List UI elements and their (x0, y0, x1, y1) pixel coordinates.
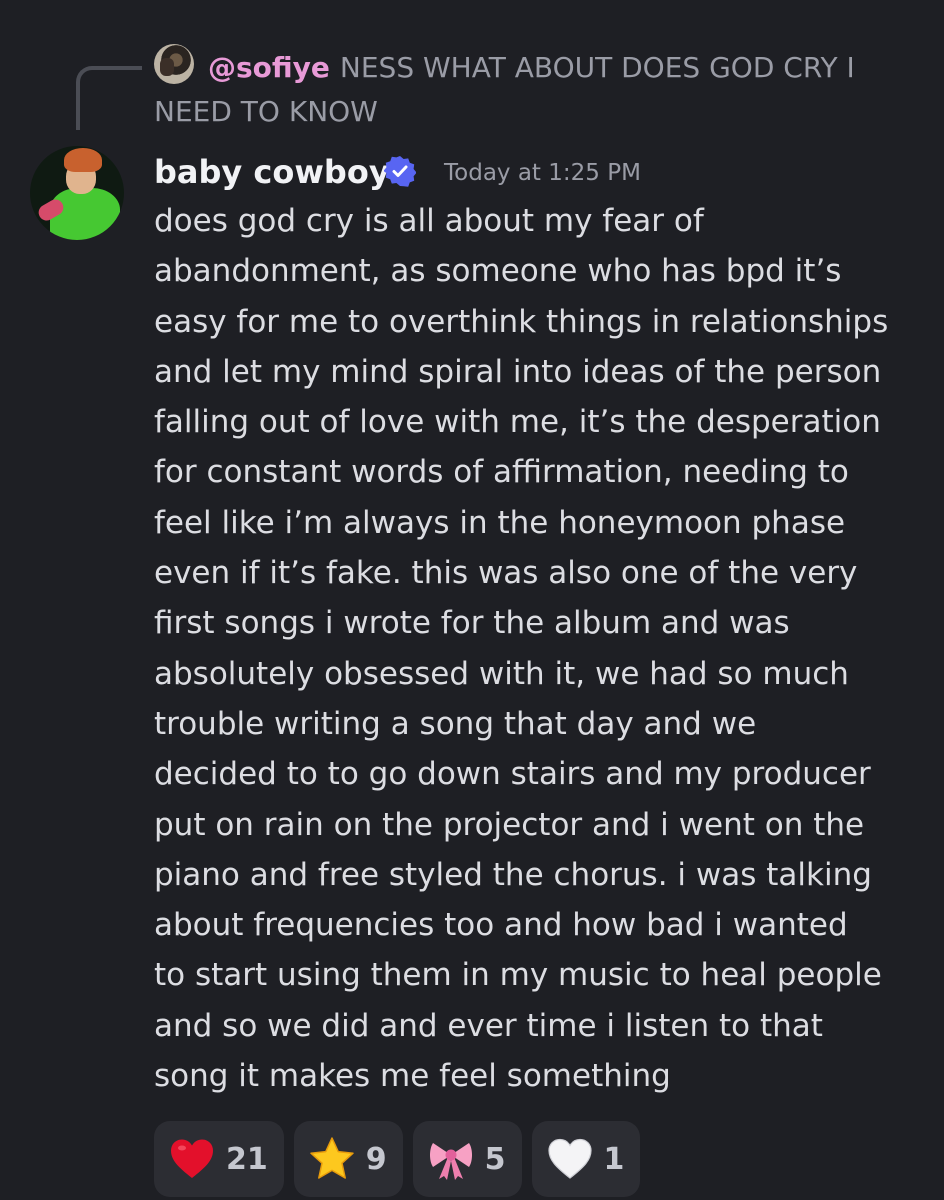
message-line: falling out of love with me, it’s the de… (154, 404, 881, 441)
reply-preview[interactable]: @sofiye NESS WHAT ABOUT DOES GOD CRY I NE… (154, 46, 914, 134)
message-line: first songs i wrote for the album and wa… (154, 605, 790, 642)
verified-badge-icon (384, 156, 416, 187)
reactions-bar: 21 9 5 1 (154, 1121, 641, 1197)
reply-username[interactable]: @sofiye (208, 51, 330, 84)
message-line: trouble writing a song that day and we (154, 705, 757, 742)
pink-bow-icon (429, 1143, 472, 1180)
message-line: to start using them in my music to heal … (154, 957, 882, 994)
reply-connector-line (76, 66, 142, 130)
reaction-count: 9 (365, 1141, 387, 1177)
message-line: put on rain on the projector and i went … (154, 806, 865, 843)
reaction-white-heart[interactable]: 1 (531, 1121, 641, 1197)
reaction-count: 5 (484, 1141, 506, 1177)
red-heart-icon (171, 1139, 213, 1178)
message-content: does god cry is all about my fear of aba… (154, 196, 924, 1101)
reaction-count: 21 (226, 1141, 268, 1177)
message-line: absolutely obsessed with it, we had so m… (154, 655, 849, 692)
reaction-red-heart[interactable]: 21 (154, 1121, 284, 1197)
white-heart-icon (547, 1138, 592, 1179)
message-line: even if it’s fake. this was also one of … (154, 555, 858, 592)
author-avatar[interactable] (30, 146, 124, 240)
star-icon (310, 1137, 354, 1179)
message-line: piano and free styled the chorus. i was … (154, 856, 872, 893)
message-timestamp[interactable]: Today at 1:25 PM (444, 156, 641, 190)
message-line: easy for me to overthink things in relat… (154, 303, 889, 340)
message-line: decided to to go down stairs and my prod… (154, 756, 871, 793)
message-line: does god cry is all about my fear of (154, 203, 704, 239)
message-line: song it makes me feel something (154, 1058, 671, 1095)
message-line: abandonment, as someone who has bpd it’s (154, 253, 842, 290)
message-line: and let my mind spiral into ideas of the… (154, 353, 882, 390)
message-line: for constant words of affirmation, needi… (154, 454, 849, 491)
message-line: about frequencies too and how bad i want… (154, 907, 848, 944)
reaction-pink-bow[interactable]: 5 (412, 1121, 522, 1197)
message-line: feel like i’m always in the honeymoon ph… (154, 504, 846, 541)
author-username[interactable]: baby cowboy (154, 150, 390, 194)
reaction-count: 1 (603, 1141, 625, 1177)
reaction-star[interactable]: 9 (293, 1121, 403, 1197)
message-line: and so we did and ever time i listen to … (154, 1007, 823, 1044)
